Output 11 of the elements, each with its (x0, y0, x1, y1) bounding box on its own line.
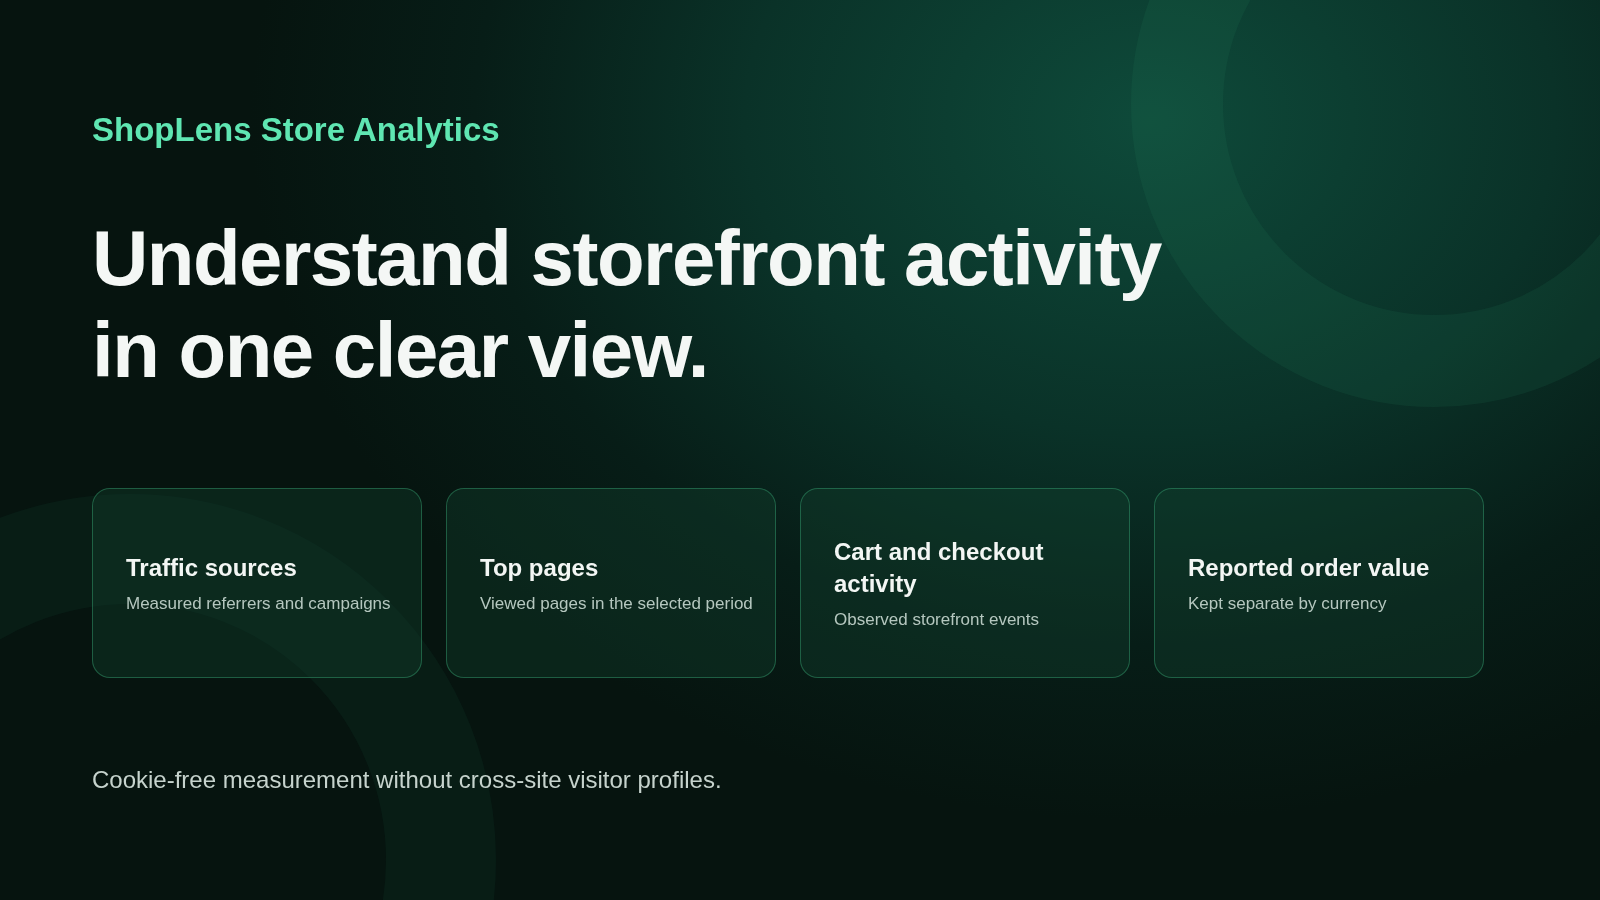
card-title: Reported order value (1188, 553, 1431, 583)
card-description: Kept separate by currency (1188, 594, 1388, 614)
headline: Understand storefront activity in one clear view. (92, 213, 1161, 396)
brand-title: ShopLens Store Analytics (92, 110, 500, 150)
card-description: Measured referrers and campaigns (126, 594, 392, 614)
card-title: Top pages (480, 553, 600, 583)
card-title: Cart and checkout activity (834, 537, 1045, 599)
card-description: Observed storefront events (834, 610, 1041, 630)
card-description: Viewed pages in the selected period (480, 594, 754, 614)
footnote: Cookie-free measurement without cross-site visitor profiles. (92, 766, 722, 794)
card-title: Traffic sources (126, 553, 298, 583)
